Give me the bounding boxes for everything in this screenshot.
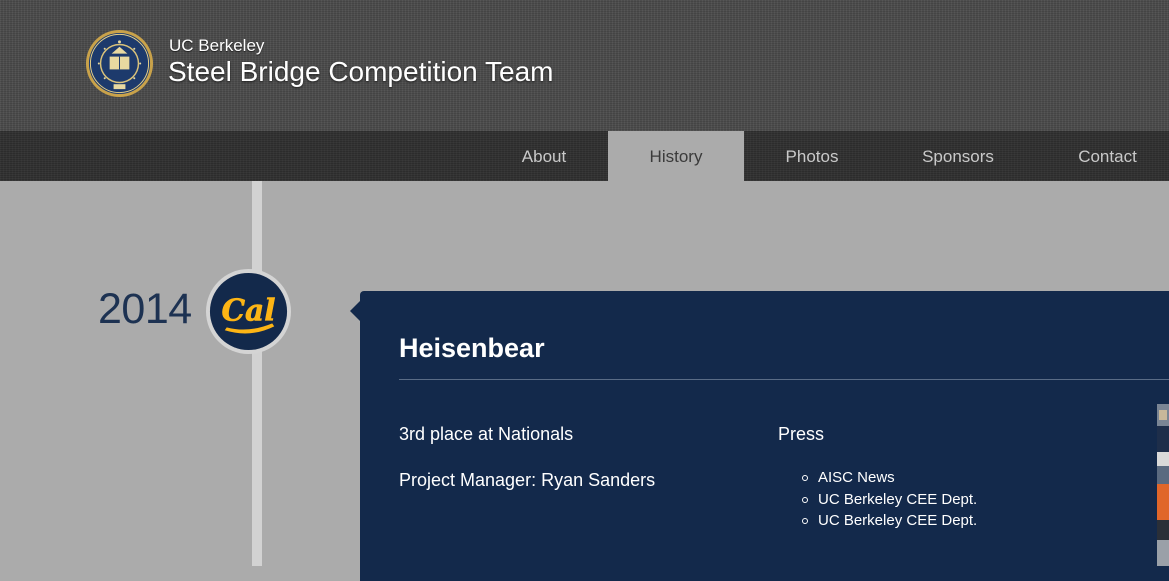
main-nav: About History Photos Sponsors Contact — [0, 131, 1169, 181]
press-list-item: UC Berkeley CEE Dept. — [799, 511, 977, 533]
uc-seal-icon[interactable] — [85, 29, 154, 98]
entry-photo[interactable] — [1157, 404, 1169, 566]
nav-item-history[interactable]: History — [608, 131, 744, 181]
press-heading: Press — [778, 424, 825, 444]
brand-subtitle[interactable]: UC Berkeley — [169, 36, 264, 56]
site-title[interactable]: Steel Bridge Competition Team — [168, 56, 553, 88]
nav-item-contact[interactable]: Contact — [1036, 131, 1169, 181]
timeline-year: 2014 — [98, 285, 192, 333]
entry-project-manager: Project Manager: Ryan Sanders — [399, 470, 656, 490]
entry-title: Heisenbear — [399, 333, 545, 363]
timeline-line — [252, 181, 262, 566]
nav-item-sponsors[interactable]: Sponsors — [880, 131, 1036, 181]
card-divider — [399, 379, 1169, 380]
nav-item-photos[interactable]: Photos — [744, 131, 880, 181]
cal-logo-text: Cal — [221, 292, 275, 327]
card-pointer — [350, 301, 360, 321]
press-list-item: UC Berkeley CEE Dept. — [799, 490, 977, 512]
press-link-aisc-news[interactable]: AISC News — [818, 469, 895, 486]
entry-placement: 3rd place at Nationals — [399, 424, 574, 444]
press-link-cee-dept[interactable]: UC Berkeley CEE Dept. — [818, 512, 977, 529]
cal-logo-icon: Cal — [205, 268, 292, 355]
site-header: UC Berkeley Steel Bridge Competition Tea… — [0, 0, 1169, 131]
press-list-item: AISC News — [799, 468, 977, 490]
press-list: AISC News UC Berkeley CEE Dept. UC Berke… — [799, 468, 977, 533]
press-link-cee-dept[interactable]: UC Berkeley CEE Dept. — [818, 491, 977, 508]
nav-item-about[interactable]: About — [480, 131, 608, 181]
